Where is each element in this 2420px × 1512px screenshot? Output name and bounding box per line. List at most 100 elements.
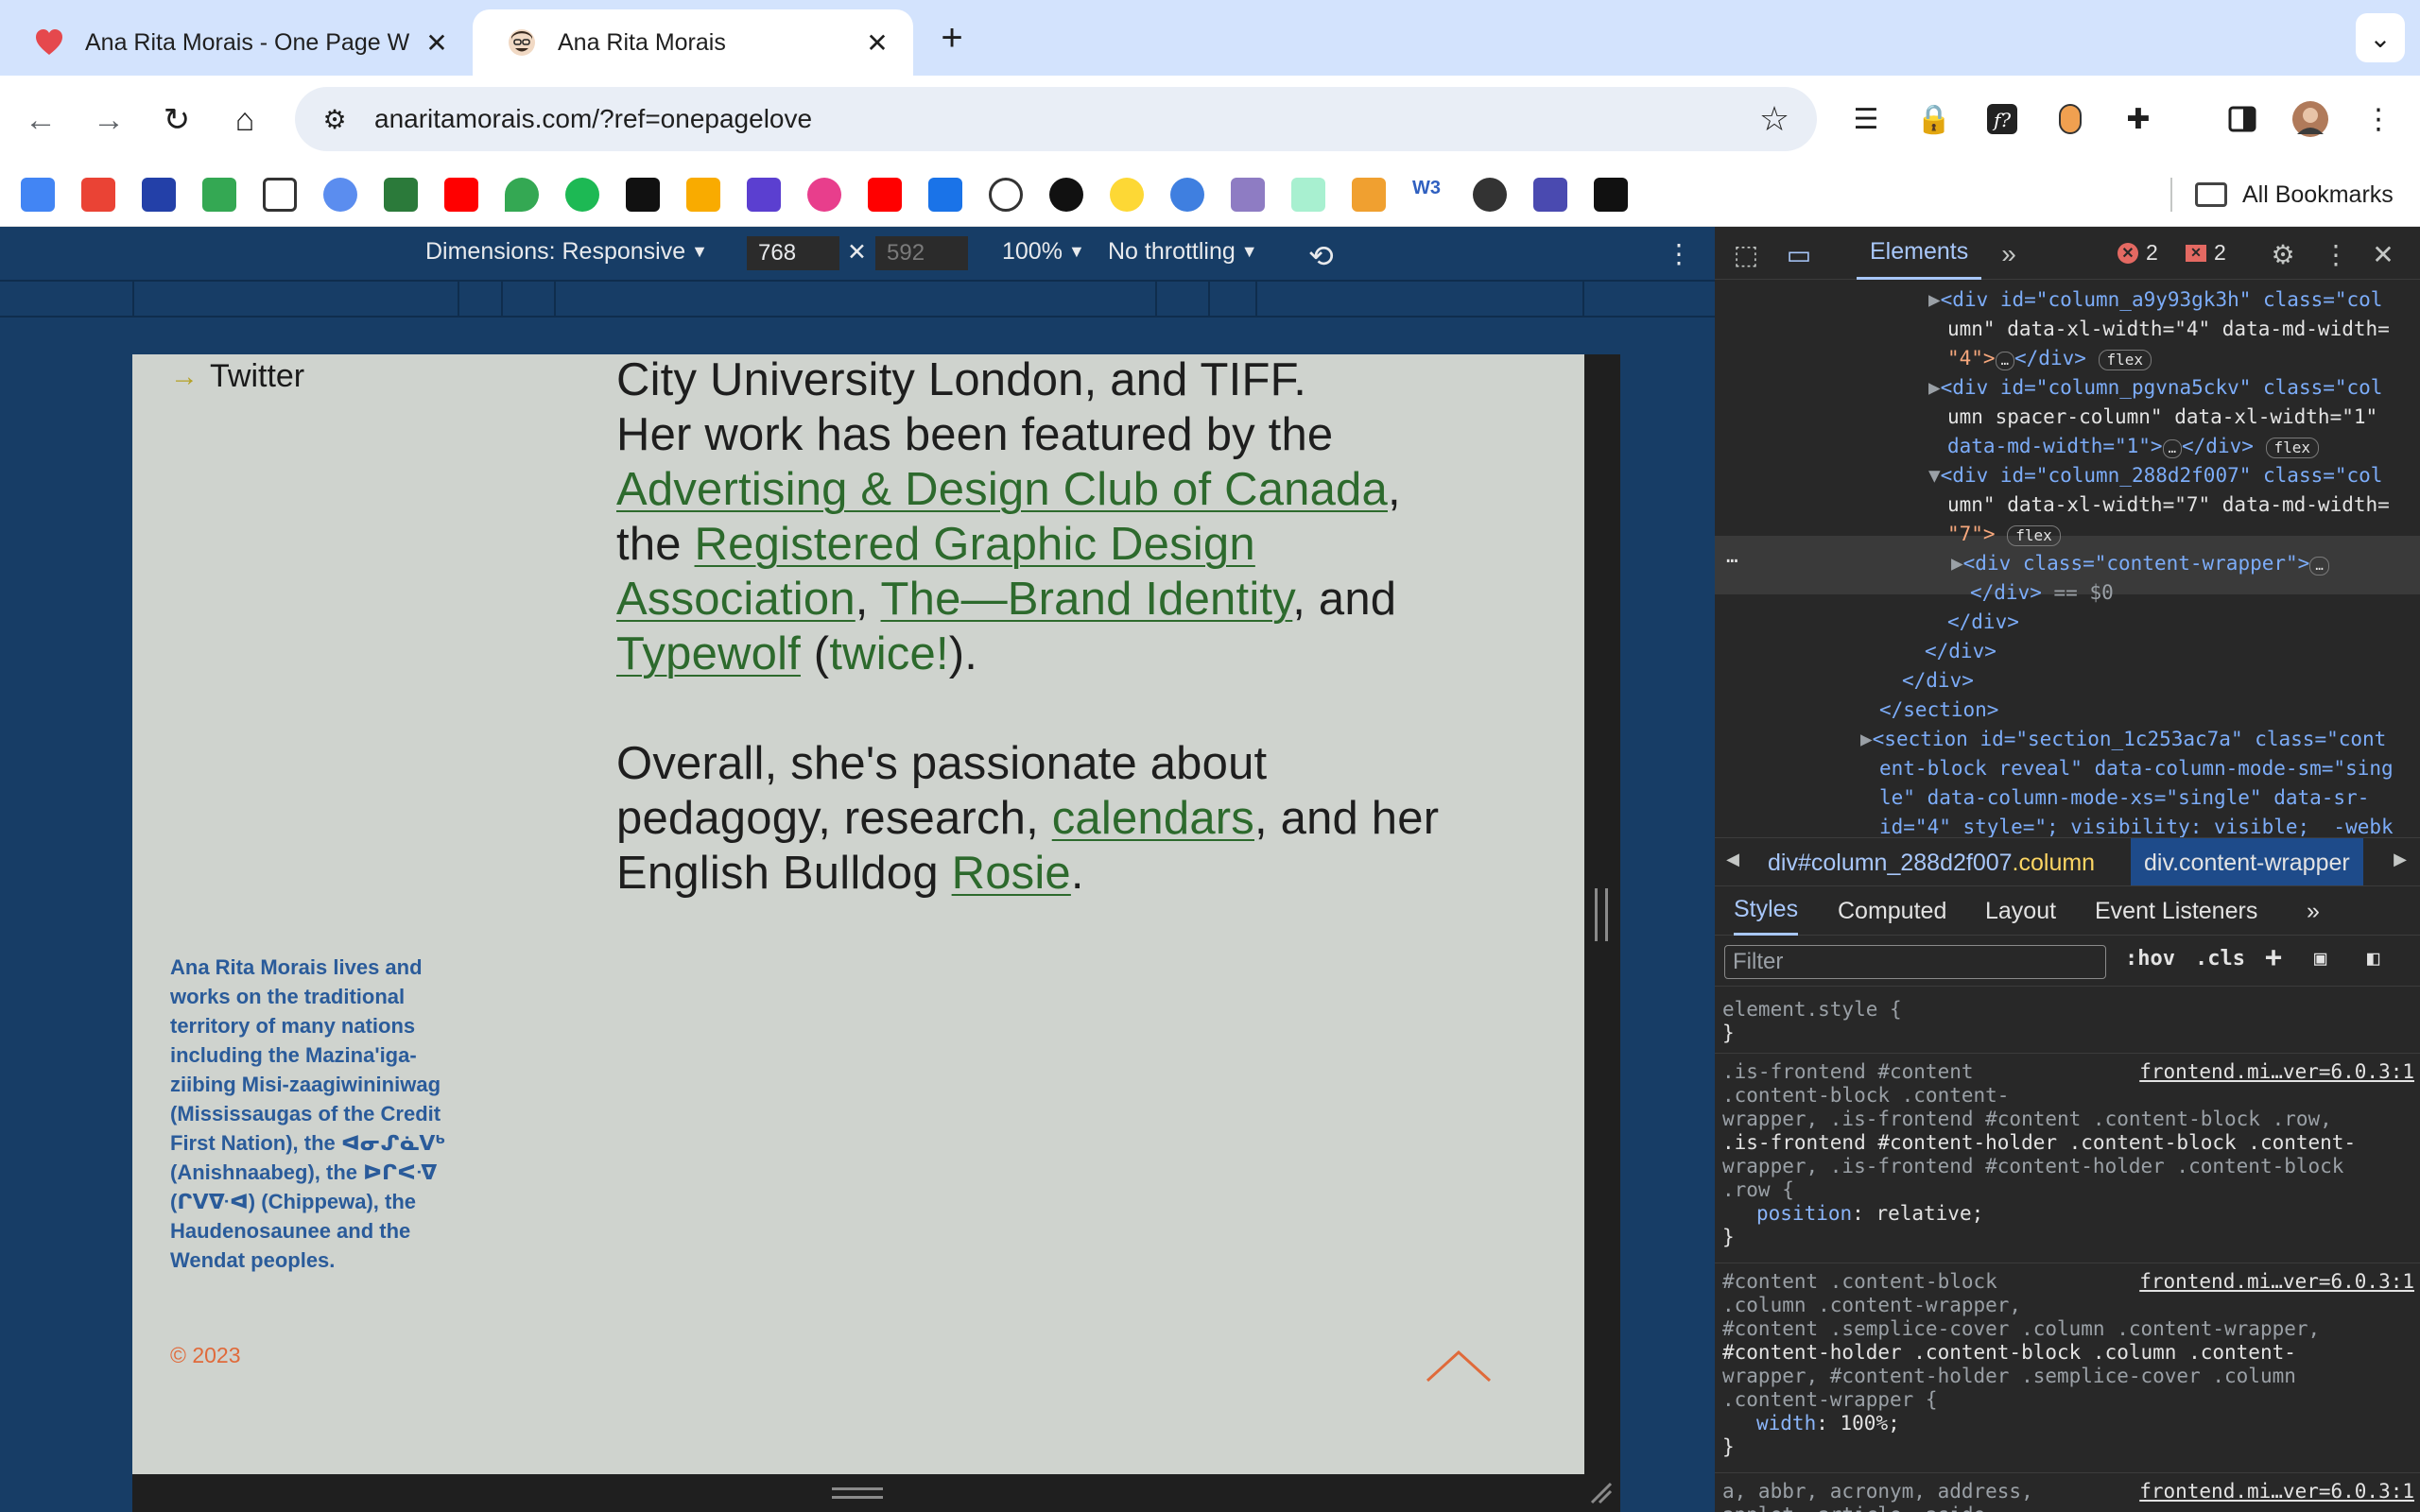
dom-node-content-wrapper[interactable]: ▶<div class="content-wrapper">… (1951, 549, 2329, 578)
close-devtools-icon[interactable]: ✕ (2367, 238, 2399, 270)
profile-avatar[interactable] (2290, 98, 2331, 140)
breadcrumb-column[interactable]: div#column_288d2f007.column (1768, 850, 2095, 877)
mail-bookmark-icon[interactable] (142, 178, 176, 212)
fonts-extension-icon[interactable]: f? (1981, 98, 2023, 140)
more-tabs-icon[interactable]: » (2307, 886, 2320, 936)
ellipsis-badge[interactable]: … (1995, 352, 2015, 370)
youtube-bookmark-icon[interactable] (444, 178, 478, 212)
tab-one-page-love[interactable]: Ana Rita Morais - One Page W ✕ (0, 9, 473, 76)
rule-declaration[interactable]: position: relative; (1722, 1202, 2418, 1226)
twice-link[interactable]: twice! (829, 628, 948, 679)
rule-declaration[interactable]: width: 100%; (1722, 1412, 2418, 1435)
yellow-bookmark-icon[interactable] (1110, 178, 1144, 212)
new-tab-button[interactable]: + (931, 17, 973, 59)
rule-width-100[interactable]: frontend.mi…ver=6.0.3:1 #content .conten… (1722, 1270, 2418, 1459)
flex-badge[interactable]: flex (2265, 438, 2320, 458)
media-query-ruler[interactable] (0, 280, 1715, 318)
inspect-element-icon[interactable]: ⬚ (1730, 238, 1762, 270)
errors-counter[interactable]: ✕ 2 (2118, 240, 2158, 266)
url-text[interactable]: anaritamorais.com/?ref=onepagelove (374, 104, 1753, 134)
more-tabs-icon[interactable]: » (1993, 238, 2025, 270)
pound-bookmark-icon[interactable] (928, 178, 962, 212)
copyright-bookmark-icon[interactable] (1170, 178, 1204, 212)
twitter-link[interactable]: → Twitter (170, 358, 304, 395)
close-tab-icon[interactable]: ✕ (860, 26, 894, 60)
rotate-icon[interactable]: ⟲ (1308, 238, 1334, 274)
tab-ana-rita-morais[interactable]: Ana Rita Morais ✕ (473, 9, 913, 76)
dark-bookmark-icon[interactable] (626, 178, 660, 212)
bookmark-star-icon[interactable]: ☆ (1753, 97, 1796, 141)
lock-extension-icon[interactable]: 🔒 (1913, 98, 1955, 140)
tab-event-listeners[interactable]: Event Listeners (2095, 886, 2257, 936)
back-icon[interactable]: ← (19, 98, 62, 142)
dom-tree[interactable]: ▶<div id="column_a9y93gk3h" class="col u… (1715, 280, 2420, 837)
all-bookmarks-button[interactable]: All Bookmarks (2195, 176, 2394, 214)
settings-gear-icon[interactable]: ⚙ (2267, 238, 2299, 270)
calendars-link[interactable]: calendars (1052, 793, 1254, 844)
site-info-icon[interactable]: ⚙ (316, 100, 354, 138)
w3-bookmark-icon[interactable]: W3 (1412, 178, 1446, 212)
mint-bookmark-icon[interactable] (1291, 178, 1325, 212)
breadcrumb-right-icon[interactable]: ▶ (2386, 850, 2414, 869)
dom-node-column-288[interactable]: ▼<div id="column_288d2f007" class="col (1928, 461, 2382, 490)
adcc-link[interactable]: Advertising & Design Club of Canada (616, 464, 1388, 515)
youtube-bookmark-icon-2[interactable] (868, 178, 902, 212)
issues-counter[interactable]: ✕ 2 (2186, 240, 2226, 266)
tab-computed[interactable]: Computed (1838, 886, 1946, 936)
address-bar[interactable]: ⚙ anaritamorais.com/?ref=onepagelove ☆ (295, 87, 1817, 151)
shop-bookmark-icon[interactable] (384, 178, 418, 212)
side-panel-icon[interactable] (2221, 98, 2263, 140)
gemini-bookmark-icon[interactable] (323, 178, 357, 212)
rule-source-link[interactable]: frontend.mi…ver=6.0.3:1 (2139, 1480, 2414, 1503)
purple-bookmark-icon[interactable] (1231, 178, 1265, 212)
drive-bookmark-icon[interactable] (202, 178, 236, 212)
breadcrumb-content-wrapper[interactable]: div.content-wrapper (2131, 838, 2363, 885)
hov-toggle[interactable]: :hov (2125, 947, 2175, 971)
breadcrumb-left-icon[interactable]: ◀ (1719, 850, 1747, 869)
maps-bookmark-icon[interactable] (505, 178, 539, 212)
styles-filter-input[interactable]: Filter (1724, 945, 2106, 979)
pill-extension-icon[interactable] (2049, 98, 2091, 140)
c-bookmark-icon[interactable] (263, 178, 297, 212)
spotify-bookmark-icon[interactable] (565, 178, 599, 212)
ellipsis-badge[interactable]: … (2309, 557, 2329, 576)
node-actions-icon[interactable]: ⋯ (1726, 546, 1738, 576)
rule-reset[interactable]: frontend.mi…ver=6.0.3:1 a, abbr, acronym… (1722, 1480, 2418, 1512)
globe-bookmark-icon[interactable] (1473, 178, 1507, 212)
extensions-puzzle-icon[interactable]: ✚ (2118, 98, 2159, 140)
rule-element-style[interactable]: element.style { } (1722, 998, 2418, 1045)
tab-elements[interactable]: Elements (1857, 227, 1982, 280)
more-options-icon[interactable]: ⋮ (1666, 238, 1692, 269)
reload-icon[interactable]: ↻ (155, 98, 199, 142)
flex-badge[interactable]: flex (2098, 350, 2152, 370)
rule-source-link[interactable]: frontend.mi…ver=6.0.3:1 (2139, 1060, 2414, 1084)
typewolf-link[interactable]: Typewolf (616, 628, 801, 679)
ellipsis-badge[interactable]: … (2162, 439, 2183, 458)
gmail-bookmark-icon[interactable] (81, 178, 115, 212)
browser-menu-icon[interactable]: ⋮ (2358, 98, 2399, 140)
viewport-resize-handle-bottom[interactable] (832, 1487, 883, 1499)
dom-node-column-pgv[interactable]: ▶<div id="column_pgvna5ckv" class="col (1928, 373, 2382, 403)
home-icon[interactable]: ⌂ (223, 98, 267, 142)
brand-identity-link[interactable]: The—Brand Identity (881, 574, 1293, 625)
compass-bookmark-icon[interactable] (989, 178, 1023, 212)
scroll-to-top-button[interactable] (1426, 1347, 1492, 1384)
tab-layout[interactable]: Layout (1985, 886, 2056, 936)
h-bookmark-icon[interactable] (1533, 178, 1567, 212)
cls-toggle[interactable]: .cls (2195, 947, 2245, 971)
airtable-bookmark-icon[interactable] (1352, 178, 1386, 212)
s-bookmark-icon[interactable] (1049, 178, 1083, 212)
throttling-dropdown[interactable]: No throttling ▼ (1108, 238, 1258, 266)
cc-bookmark-icon[interactable] (1594, 178, 1628, 212)
flex-badge[interactable]: flex (2007, 525, 2061, 546)
rosie-link[interactable]: Rosie (952, 848, 1071, 899)
tab-search-button[interactable]: ⌄ (2356, 13, 2405, 62)
dom-node-column-a9y[interactable]: ▶<div id="column_a9y93gk3h" class="col (1928, 285, 2382, 315)
new-rule-icon[interactable]: + (2265, 941, 2282, 974)
viewport-resize-handle-right[interactable] (1595, 888, 1608, 941)
device-toggle-icon[interactable]: ▭ (1783, 238, 1815, 270)
height-input[interactable]: 592 (875, 236, 968, 270)
forward-icon[interactable]: → (87, 98, 130, 142)
calendar-bookmark-icon[interactable] (21, 178, 55, 212)
viewport-resize-corner-icon[interactable] (1588, 1480, 1613, 1504)
